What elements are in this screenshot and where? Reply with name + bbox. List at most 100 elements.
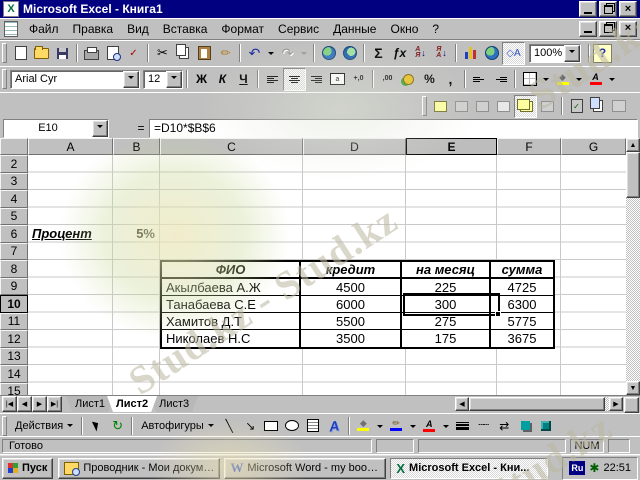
column-header-f[interactable]: F <box>497 138 561 155</box>
print-button[interactable] <box>81 43 102 64</box>
open-button[interactable] <box>31 43 52 64</box>
menu-item-help[interactable]: ? <box>425 20 446 38</box>
table-cell[interactable]: 175 <box>402 330 491 347</box>
menu-item-edit[interactable]: Правка <box>66 20 121 38</box>
menu-item-insert[interactable]: Вставка <box>156 20 215 38</box>
arrow-style-button[interactable]: ⇄ <box>494 415 515 436</box>
borders-button[interactable] <box>519 69 540 90</box>
align-center-button[interactable] <box>283 68 306 91</box>
language-indicator[interactable]: Ru <box>569 461 585 475</box>
active-cell-selection[interactable] <box>403 293 500 316</box>
row-header-8[interactable]: 8 <box>0 260 28 278</box>
select-objects-button[interactable] <box>86 415 107 436</box>
routing-recipient-button[interactable] <box>608 96 629 117</box>
row-header-9[interactable]: 9 <box>0 278 28 296</box>
table-header-monthly[interactable]: на месяц <box>402 262 491 279</box>
undo-button[interactable]: ↶ <box>244 43 265 64</box>
sheet-restore-button[interactable] <box>599 21 617 37</box>
toolbar-grip[interactable] <box>422 96 427 116</box>
draw-fill-color-dropdown[interactable] <box>374 415 386 436</box>
merge-center-button[interactable]: a <box>327 69 348 90</box>
rectangle-tool-button[interactable] <box>261 415 282 436</box>
sheet-close-button[interactable]: × <box>619 21 637 37</box>
menu-item-data[interactable]: Данные <box>326 20 383 38</box>
underline-button[interactable]: Ч <box>233 69 254 90</box>
autoshapes-button[interactable]: Автофигуры <box>136 416 219 435</box>
zoom-combo[interactable]: 100% <box>529 44 581 63</box>
horizontal-scroll-thumb[interactable] <box>469 397 605 411</box>
undo-dropdown[interactable] <box>265 43 277 64</box>
font-color-button[interactable]: А <box>585 69 606 90</box>
table-cell[interactable]: 5500 <box>301 313 402 330</box>
percent-style-button[interactable]: % <box>419 69 440 90</box>
show-comment-button[interactable] <box>493 96 514 117</box>
row-header-12[interactable]: 12 <box>0 330 28 348</box>
vertical-scrollbar[interactable]: ▲ ▼ <box>626 138 640 395</box>
fill-color-button[interactable]: ◆ <box>552 69 573 90</box>
menu-item-file[interactable]: Файл <box>22 20 66 38</box>
table-header-total[interactable]: сумма <box>491 262 553 279</box>
insert-hyperlink-button[interactable] <box>318 43 339 64</box>
line-style-button[interactable] <box>452 415 473 436</box>
close-button[interactable]: × <box>619 1 637 17</box>
new-workbook-button[interactable] <box>10 43 31 64</box>
decrease-decimal-button[interactable]: ,00 <box>377 69 398 90</box>
paste-button[interactable] <box>194 43 215 64</box>
align-left-button[interactable] <box>262 69 283 90</box>
sheet-minimize-button[interactable] <box>579 21 597 37</box>
update-file-button[interactable]: ✓ <box>566 96 587 117</box>
column-header-e[interactable]: E <box>406 138 497 155</box>
clock[interactable]: 22:51 <box>603 462 631 474</box>
name-box[interactable]: E10 <box>3 119 109 138</box>
column-header-g[interactable]: G <box>561 138 626 155</box>
table-cell[interactable]: Николаев Н.С <box>162 330 301 347</box>
table-header-credit[interactable]: кредит <box>301 262 402 279</box>
table-cell[interactable]: 3675 <box>491 330 553 347</box>
sheet-tab-list2[interactable]: Лист2 <box>107 396 157 412</box>
name-box-dropdown[interactable] <box>92 120 108 137</box>
shadow-button[interactable] <box>515 415 536 436</box>
spelling-button[interactable]: ✓ <box>123 43 144 64</box>
workbook-icon[interactable] <box>4 21 18 37</box>
row-header-10[interactable]: 10 <box>0 295 28 313</box>
table-cell[interactable]: 4725 <box>491 279 553 296</box>
decrease-indent-button[interactable] <box>469 69 490 90</box>
cut-button[interactable]: ✂ <box>152 43 173 64</box>
font-name-combo[interactable]: Arial Cyr <box>10 70 140 89</box>
row-header-5[interactable]: 5 <box>0 208 28 226</box>
threed-button[interactable] <box>536 415 557 436</box>
font-size-combo[interactable]: 12 <box>143 70 183 89</box>
font-size-dropdown[interactable] <box>166 71 182 88</box>
scroll-down-button[interactable]: ▼ <box>626 381 640 395</box>
row-header-15[interactable]: 15 <box>0 383 28 396</box>
draw-font-color-button[interactable]: А <box>419 415 440 436</box>
cell-a6[interactable]: Процент <box>32 225 112 242</box>
fill-color-dropdown[interactable] <box>573 69 585 90</box>
row-header-2[interactable]: 2 <box>0 155 28 173</box>
send-to-mail-recipient-button[interactable] <box>587 96 608 117</box>
toolbar-grip[interactable] <box>2 416 7 436</box>
formula-input[interactable]: =D10*$B$6 <box>149 119 638 138</box>
comma-style-button[interactable]: , <box>440 69 461 90</box>
show-all-comments-button[interactable] <box>514 95 537 118</box>
font-color-dropdown[interactable] <box>606 69 618 90</box>
autosum-button[interactable]: Σ <box>368 43 389 64</box>
table-header-fio[interactable]: ФИО <box>162 262 301 279</box>
title-bar[interactable]: X Microsoft Excel - Книга1 × <box>0 0 640 18</box>
draw-line-color-button[interactable]: ✏ <box>386 415 407 436</box>
delete-comment-button[interactable] <box>537 96 558 117</box>
cell-b6[interactable]: 5% <box>112 225 155 242</box>
table-cell[interactable]: 4500 <box>301 279 402 296</box>
web-toolbar-button[interactable] <box>339 43 360 64</box>
draw-font-color-dropdown[interactable] <box>440 415 452 436</box>
row-header-7[interactable]: 7 <box>0 243 28 261</box>
scroll-up-button[interactable]: ▲ <box>626 138 640 152</box>
row-header-14[interactable]: 14 <box>0 365 28 383</box>
dash-style-button[interactable]: ┄┄ <box>473 415 494 436</box>
sheet-tab-list3[interactable]: Лист3 <box>150 396 198 412</box>
sheet-tab-list1[interactable]: Лист1 <box>66 396 114 412</box>
print-preview-button[interactable] <box>102 43 123 64</box>
column-header-d[interactable]: D <box>303 138 406 155</box>
oval-tool-button[interactable] <box>282 415 303 436</box>
wordart-button[interactable]: А <box>324 415 345 436</box>
